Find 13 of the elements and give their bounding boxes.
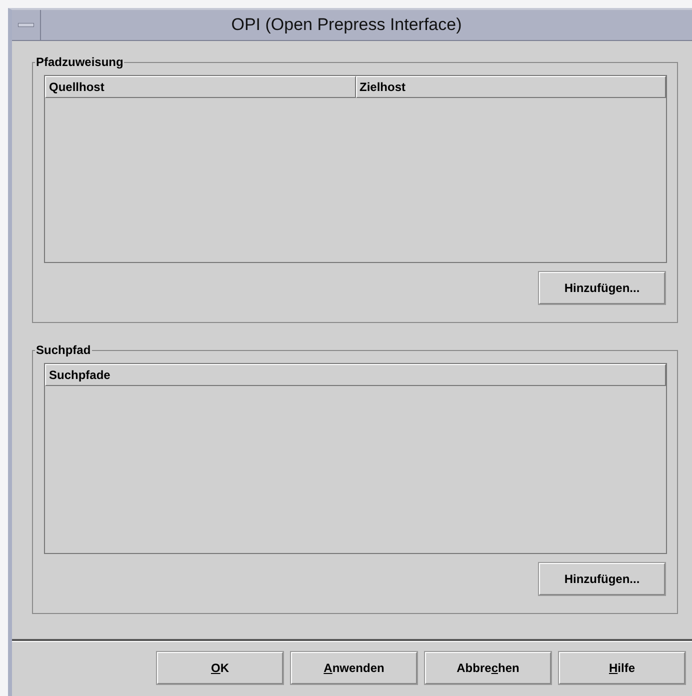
add-button[interactable]: Hinzufügen... (539, 272, 665, 304)
dialog-button[interactable]: Abbrechen (425, 652, 551, 684)
add-button[interactable]: Hinzufügen... (539, 563, 665, 595)
dialog-button[interactable]: Anwenden (291, 652, 417, 684)
dialog-button[interactable]: OK (157, 652, 283, 684)
dialog-button[interactable]: Hilfe (559, 652, 685, 684)
group-title: Pfadzuweisung (35, 55, 124, 69)
window-title: OPI (Open Prepress Interface) (230, 15, 463, 35)
menu-icon (18, 23, 34, 27)
column-header[interactable]: Zielhost (356, 76, 666, 98)
column-header[interactable]: Quellhost (45, 76, 356, 98)
group-title: Suchpfad (35, 343, 92, 357)
column-header[interactable]: Suchpfade (45, 364, 666, 386)
